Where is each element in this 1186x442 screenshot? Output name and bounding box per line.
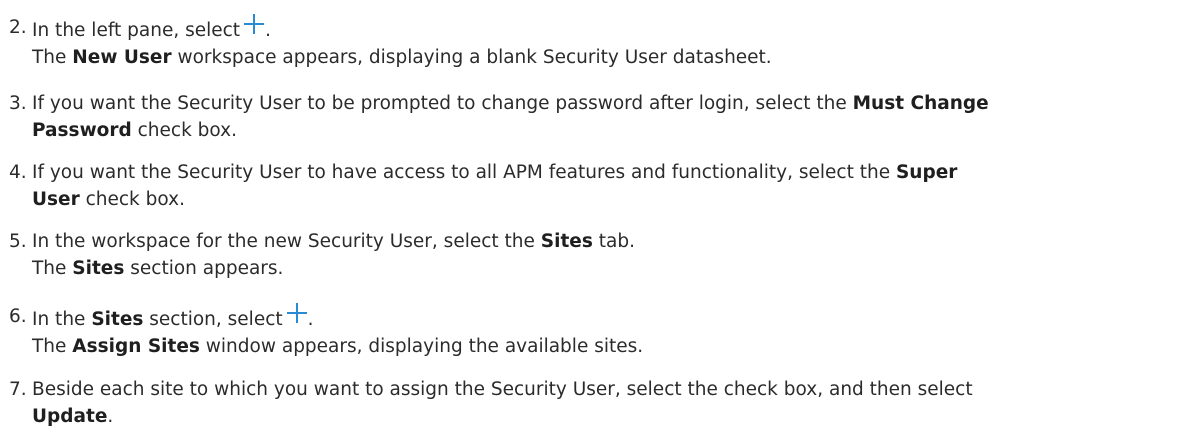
ui-term: Password bbox=[32, 120, 132, 141]
step-text: In the left pane, select. bbox=[32, 14, 1182, 44]
ui-term: Must Change bbox=[852, 93, 989, 114]
plus-icon bbox=[286, 303, 307, 323]
step-text: If you want the Security User to have ac… bbox=[32, 162, 958, 183]
ui-term: Sites bbox=[72, 258, 125, 279]
step-text-continued: Update. bbox=[32, 406, 114, 427]
step-result: The Sites section appears. bbox=[32, 258, 284, 279]
step-text-continued: Password check box. bbox=[32, 120, 237, 141]
ui-term: Assign Sites bbox=[72, 336, 200, 357]
plus-icon bbox=[244, 14, 265, 34]
step-text: Beside each site to which you want to as… bbox=[32, 379, 973, 400]
step-text: In the Sites section, select. bbox=[32, 303, 1182, 333]
step-number: 5. bbox=[9, 231, 27, 252]
step-result: The Assign Sites window appears, display… bbox=[32, 336, 644, 357]
step-number: 4. bbox=[9, 162, 27, 183]
step-result: The New User workspace appears, displayi… bbox=[32, 47, 772, 68]
step-number: 3. bbox=[9, 93, 27, 114]
ui-term: New User bbox=[72, 47, 172, 68]
step-text-continued: User check box. bbox=[32, 189, 185, 210]
step-number: 2. bbox=[9, 17, 27, 38]
step-number: 6. bbox=[9, 306, 27, 327]
ui-term: Update bbox=[32, 406, 108, 427]
ui-term: Super bbox=[895, 162, 958, 183]
ui-term: Sites bbox=[540, 231, 593, 252]
step-number: 7. bbox=[9, 379, 27, 400]
ui-term: User bbox=[32, 189, 80, 210]
step-text: In the workspace for the new Security Us… bbox=[32, 231, 635, 252]
step-text: If you want the Security User to be prom… bbox=[32, 93, 989, 114]
ui-term: Sites bbox=[91, 309, 144, 330]
